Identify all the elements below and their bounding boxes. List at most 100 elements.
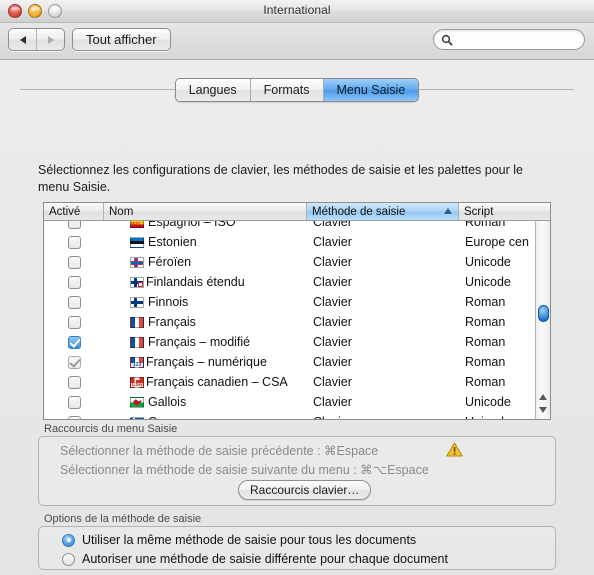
row-checkbox-cell[interactable]	[44, 275, 104, 289]
table-row[interactable]: CSA Français canadien – CSA Clavier Roma…	[44, 372, 550, 392]
table-row[interactable]: 123 Français – numérique Clavier Roman	[44, 352, 550, 372]
table-vertical-scrollbar[interactable]	[535, 221, 550, 419]
column-header-name-label: Nom	[109, 205, 134, 218]
flag-finland-icon	[130, 296, 144, 308]
tab-formats[interactable]: Formats	[249, 79, 323, 101]
pane-description: Sélectionnez les configurations de clavi…	[38, 163, 524, 194]
row-name-label: Finnois	[148, 295, 189, 309]
radio-per-document-input-method[interactable]: Autoriser une méthode de saisie différen…	[62, 552, 448, 566]
row-checkbox-cell[interactable]	[44, 235, 104, 249]
row-checkbox-cell[interactable]	[44, 255, 104, 269]
flag-france-icon	[130, 316, 144, 328]
column-header-input-method[interactable]: Méthode de saisie	[307, 203, 459, 220]
row-checkbox[interactable]	[67, 235, 81, 249]
back-button[interactable]	[9, 29, 36, 50]
row-name-cell: Français – modifié	[104, 335, 307, 349]
navigation-segmented-control[interactable]	[8, 28, 65, 51]
table-row[interactable]: Finlandais étendu Clavier Unicode	[44, 272, 550, 292]
search-icon	[441, 34, 453, 45]
row-name-label: Finlandais étendu	[146, 275, 245, 289]
radio-per-document-input-method-indicator[interactable]	[62, 552, 75, 566]
scroll-up-arrow-icon[interactable]	[539, 394, 547, 400]
row-checkbox[interactable]	[67, 415, 81, 419]
row-name-cell: Français	[104, 315, 307, 329]
radio-same-input-method[interactable]: Utiliser la même méthode de saisie pour …	[62, 533, 416, 547]
table-body: ISO Espagnol – ISO Clavier Roman Estonie…	[44, 221, 550, 419]
forward-button	[36, 29, 64, 50]
tab-formats-label: Formats	[263, 83, 310, 97]
tab-langues[interactable]: Langues	[175, 79, 250, 101]
scrollbar-thumb[interactable]	[538, 305, 549, 322]
table-body-viewport: ISO Espagnol – ISO Clavier Roman Estonie…	[44, 221, 550, 419]
flag-france-icon	[130, 336, 144, 348]
search-input[interactable]	[457, 31, 579, 48]
row-checkbox[interactable]	[67, 395, 81, 409]
row-checkbox-cell[interactable]	[44, 395, 104, 409]
tab-menu-saisie[interactable]: Menu Saisie	[322, 79, 419, 101]
row-checkbox[interactable]	[67, 255, 81, 269]
row-method-label: Clavier	[313, 375, 352, 389]
row-checkbox-cell[interactable]	[44, 375, 104, 389]
tab-menu-saisie-label: Menu Saisie	[336, 83, 406, 97]
row-checkbox-cell[interactable]	[44, 221, 104, 229]
flag-wales-icon	[130, 396, 144, 408]
forward-arrow-icon	[47, 35, 54, 44]
table-row[interactable]: Estonien Clavier Europe cen	[44, 232, 550, 252]
table-row[interactable]: Féroïen Clavier Unicode	[44, 252, 550, 272]
row-name-label: Gallois	[148, 395, 187, 409]
column-header-active-label: Activé	[49, 205, 81, 218]
table-row[interactable]: Grec Clavier Unicode	[44, 412, 550, 419]
table-row[interactable]: Français – modifié Clavier Roman	[44, 332, 550, 352]
row-name-cell: Finlandais étendu	[104, 275, 307, 289]
show-all-label: Tout afficher	[86, 32, 157, 47]
row-name-cell: Grec	[104, 415, 307, 419]
row-checkbox[interactable]	[67, 221, 81, 229]
radio-same-input-method-label: Utiliser la même méthode de saisie pour …	[82, 533, 417, 547]
row-checkbox[interactable]	[67, 315, 81, 329]
row-method-label: Clavier	[313, 335, 352, 349]
flag-spain-iso-icon: ISO	[130, 221, 144, 228]
back-arrow-icon	[19, 35, 26, 44]
window-toolbar: Tout afficher	[0, 23, 594, 60]
radio-per-document-input-method-label: Autoriser une méthode de saisie différen…	[82, 552, 448, 566]
radio-same-input-method-indicator[interactable]	[62, 533, 75, 547]
show-all-button[interactable]: Tout afficher	[72, 28, 171, 51]
column-header-script-label: Script	[464, 205, 494, 218]
row-checkbox[interactable]	[67, 275, 81, 289]
row-method-label: Clavier	[313, 315, 352, 329]
table-row[interactable]: Français Clavier Roman	[44, 312, 550, 332]
row-checkbox[interactable]	[67, 295, 81, 309]
shortcut-previous-label: Sélectionner la méthode de saisie précéd…	[60, 444, 379, 458]
keyboard-shortcuts-button[interactable]: Raccourcis clavier…	[238, 480, 372, 500]
table-row[interactable]: ISO Espagnol – ISO Clavier Roman	[44, 221, 550, 232]
row-name-cell: Finnois	[104, 295, 307, 309]
column-header-name[interactable]: Nom	[104, 203, 307, 220]
row-name-label: Français – modifié	[148, 335, 251, 349]
table-row[interactable]: Finnois Clavier Roman	[44, 292, 550, 312]
flag-canada-csa-icon: CSA	[130, 376, 144, 388]
row-checkbox-cell[interactable]	[44, 295, 104, 309]
row-method-label: Clavier	[313, 221, 352, 229]
row-name-label: Grec	[148, 415, 175, 419]
row-checkbox-cell[interactable]	[44, 415, 104, 419]
sort-ascending-icon	[444, 208, 452, 214]
row-checkbox-cell[interactable]	[44, 335, 104, 349]
options-group-label: Options de la méthode de saisie	[44, 513, 202, 525]
table-row[interactable]: Gallois Clavier Unicode	[44, 392, 550, 412]
row-method-label: Clavier	[313, 355, 352, 369]
keyboard-layouts-table[interactable]: Activé Nom Méthode de saisie Script ISO	[43, 202, 551, 420]
row-checkbox-cell[interactable]	[44, 315, 104, 329]
row-checkbox[interactable]	[67, 375, 81, 389]
tab-langues-label: Langues	[188, 83, 237, 97]
row-name-cell: Féroïen	[104, 255, 307, 269]
row-method-label: Clavier	[313, 275, 352, 289]
column-header-script[interactable]: Script	[459, 203, 550, 220]
flag-faroe-icon	[130, 256, 144, 268]
row-checkbox-cell[interactable]	[44, 355, 104, 369]
scroll-down-arrow-icon[interactable]	[539, 407, 547, 413]
row-checkbox	[67, 355, 81, 369]
row-name-label: Français	[148, 315, 196, 329]
row-checkbox[interactable]	[67, 335, 81, 349]
search-field[interactable]	[433, 29, 585, 50]
column-header-active[interactable]: Activé	[44, 203, 104, 220]
